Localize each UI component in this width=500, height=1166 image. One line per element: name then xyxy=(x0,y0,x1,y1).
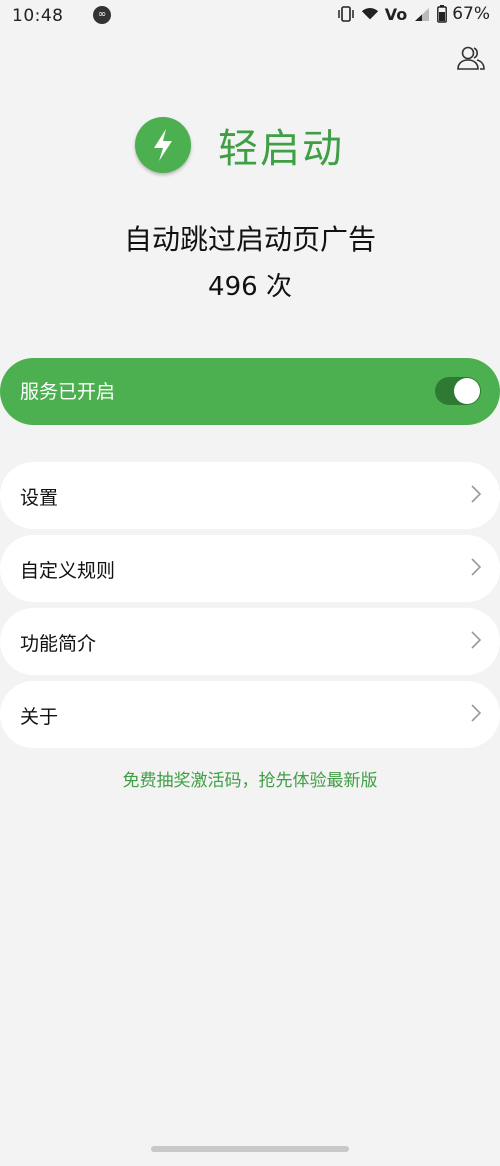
volte-label: Vo xyxy=(384,4,408,24)
app-title: 轻启动 xyxy=(218,126,344,172)
chevron-right-icon xyxy=(471,631,482,649)
battery-icon xyxy=(437,5,448,23)
service-toggle[interactable] xyxy=(435,377,481,405)
vibrate-icon xyxy=(337,4,355,24)
signal-icon xyxy=(413,4,431,24)
menu-item-label: 关于 xyxy=(20,706,59,728)
menu-item-settings[interactable]: 设置 xyxy=(0,462,500,529)
chevron-right-icon xyxy=(471,704,482,722)
chevron-right-icon xyxy=(471,558,482,576)
service-status-bar[interactable]: 服务已开启 xyxy=(0,358,500,425)
status-time: 10:48 xyxy=(12,6,64,26)
status-bar: 10:48 ∞ Vo 67% xyxy=(0,0,500,34)
home-indicator[interactable] xyxy=(151,1146,349,1152)
promo-link[interactable]: 免费抽奖激活码，抢先体验最新版 xyxy=(0,766,500,791)
users-icon[interactable] xyxy=(456,44,486,72)
menu-item-label: 设置 xyxy=(20,487,59,509)
chevron-right-icon xyxy=(471,485,482,503)
toggle-knob xyxy=(454,378,480,404)
wifi-icon xyxy=(361,4,379,24)
lightning-icon xyxy=(135,117,191,173)
menu-item-features[interactable]: 功能简介 xyxy=(0,608,500,675)
menu-item-about[interactable]: 关于 xyxy=(0,681,500,748)
service-status-label: 服务已开启 xyxy=(20,381,116,403)
menu-item-label: 自定义规则 xyxy=(20,560,116,582)
menu-item-custom-rules[interactable]: 自定义规则 xyxy=(0,535,500,602)
status-icons: Vo 67% xyxy=(337,4,490,24)
skip-count: 496 次 xyxy=(208,272,292,302)
infinity-icon: ∞ xyxy=(93,6,111,24)
skip-ad-subtitle: 自动跳过启动页广告 xyxy=(123,223,376,256)
app-header: 轻启动 xyxy=(0,110,500,180)
battery-indicator: 67% xyxy=(437,4,490,24)
battery-percent: 67% xyxy=(452,4,490,24)
menu-item-label: 功能简介 xyxy=(20,633,97,655)
